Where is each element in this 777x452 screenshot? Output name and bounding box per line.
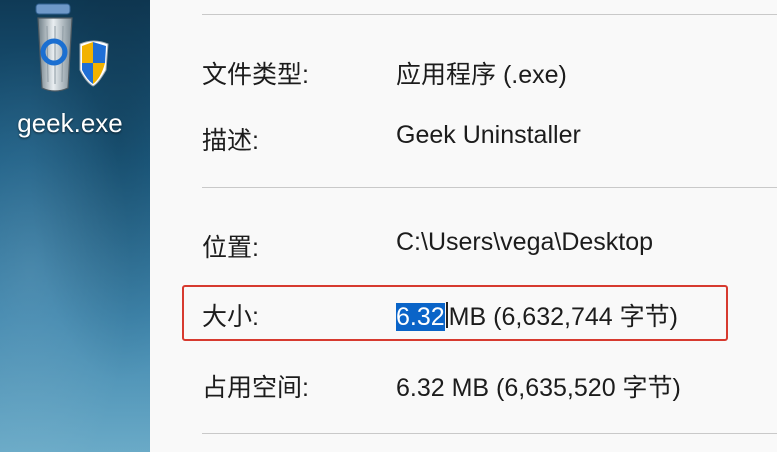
row-size-on-disk: 占用空间: 6.32 MB (6,635,520 字节) bbox=[202, 368, 777, 408]
divider bbox=[202, 187, 777, 188]
file-type-value[interactable]: 应用程序 (.exe) bbox=[396, 55, 567, 91]
size-on-disk-value[interactable]: 6.32 MB (6,635,520 字节) bbox=[396, 368, 681, 404]
location-label: 位置: bbox=[202, 234, 259, 262]
file-type-label: 文件类型: bbox=[202, 61, 309, 89]
desktop-area: geek.exe bbox=[0, 0, 150, 452]
desktop-shortcut-geek[interactable]: geek.exe bbox=[4, 0, 144, 150]
screen: geek.exe 文件类型: 应用程序 (.exe) 描述: Geek Unin… bbox=[0, 0, 777, 452]
description-value[interactable]: Geek Uninstaller bbox=[396, 121, 581, 150]
description-label: 描述: bbox=[202, 127, 259, 155]
row-location: 位置: C:\Users\vega\Desktop bbox=[202, 228, 777, 268]
desktop-icon-label: geek.exe bbox=[17, 108, 123, 138]
row-file-type: 文件类型: 应用程序 (.exe) bbox=[202, 55, 777, 95]
properties-panel: 文件类型: 应用程序 (.exe) 描述: Geek Uninstaller 位… bbox=[150, 0, 777, 452]
row-description: 描述: Geek Uninstaller bbox=[202, 121, 777, 161]
location-value[interactable]: C:\Users\vega\Desktop bbox=[396, 228, 653, 257]
recycle-bin-shield-icon bbox=[35, 3, 109, 92]
red-highlight-box bbox=[182, 285, 728, 341]
divider bbox=[202, 14, 777, 15]
size-on-disk-label: 占用空间: bbox=[202, 374, 309, 402]
divider bbox=[202, 433, 777, 434]
